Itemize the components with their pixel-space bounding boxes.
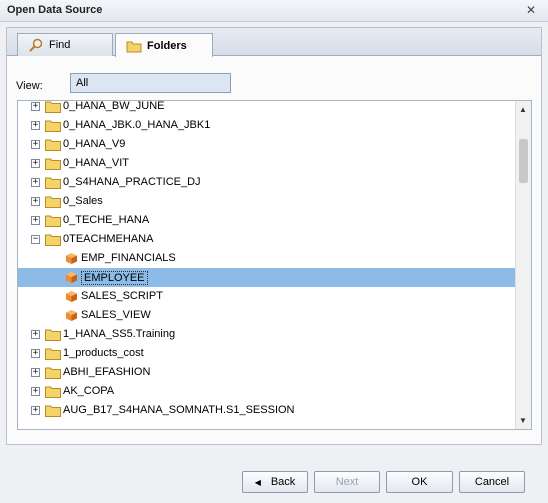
tree-row[interactable]: +0_HANA_V9	[18, 135, 516, 154]
expand-icon[interactable]: +	[31, 349, 40, 358]
expand-icon[interactable]: +	[31, 197, 40, 206]
tree-row[interactable]: +0_TECHE_HANA	[18, 211, 516, 230]
expand-icon[interactable]: +	[31, 140, 40, 149]
tree-scrollbar[interactable]: ▲ ▼	[515, 101, 531, 429]
tree-item-label: 0_S4HANA_PRACTICE_DJ	[63, 176, 201, 188]
folder-icon	[45, 233, 61, 246]
tree-row[interactable]: − 0TEACHMEHANA	[18, 230, 516, 249]
folder-icon	[45, 366, 61, 379]
folder-icon	[45, 176, 61, 189]
tree-item-label: EMP_FINANCIALS	[81, 252, 176, 264]
tree-row[interactable]: +0_Sales	[18, 192, 516, 211]
ok-button[interactable]: OK	[386, 471, 453, 493]
cube-icon	[65, 309, 78, 322]
tree-row[interactable]: SALES_SCRIPT	[18, 287, 516, 306]
window-title: Open Data Source	[7, 4, 103, 16]
title-bar: Open Data Source ✕	[0, 0, 548, 22]
tree-item-label: AUG_B17_S4HANA_SOMNATH.S1_SESSION	[63, 404, 295, 416]
next-button-label: Next	[335, 476, 359, 488]
tree-row[interactable]: +0_HANA_JBK.0_HANA_JBK1	[18, 116, 516, 135]
tree-row[interactable]: SALES_VIEW	[18, 306, 516, 325]
tree-item-label: 0_HANA_VIT	[63, 157, 130, 169]
tree-item-label: 0_HANA_JBK.0_HANA_JBK1	[63, 119, 211, 131]
folder-icon	[126, 39, 142, 53]
cancel-button[interactable]: Cancel	[459, 471, 525, 493]
next-button[interactable]: Next	[314, 471, 380, 493]
tree-item-label: 0_HANA_BW_JUNE	[63, 100, 165, 112]
tree-item-label: AK_COPA	[63, 385, 115, 397]
tree-row[interactable]: +0_HANA_VIT	[18, 154, 516, 173]
scroll-thumb[interactable]	[519, 139, 528, 183]
folder-icon	[45, 214, 61, 227]
expand-icon[interactable]: +	[31, 102, 40, 111]
scroll-down-icon[interactable]: ▼	[519, 416, 527, 425]
tree-row[interactable]: EMPLOYEE	[18, 268, 516, 287]
ok-button-label: OK	[411, 476, 428, 488]
back-arrow-icon: ◀	[254, 477, 261, 487]
tree-item-label: 0_TECHE_HANA	[63, 214, 150, 226]
expand-icon[interactable]: +	[31, 121, 40, 130]
folder-icon	[45, 385, 61, 398]
tree-row[interactable]: EMP_FINANCIALS	[18, 249, 516, 268]
tree-item-label: 0_HANA_V9	[63, 138, 126, 150]
view-label: View:	[16, 80, 43, 92]
expand-icon[interactable]: +	[31, 159, 40, 168]
folder-icon	[45, 157, 61, 170]
tree-item-label: EMPLOYEE	[81, 271, 148, 285]
tab-folders-label: Folders	[147, 39, 187, 52]
expand-icon[interactable]: +	[31, 368, 40, 377]
tree-row[interactable]: + AUG_B17_S4HANA_SOMNATH.S1_SESSION	[18, 401, 516, 420]
cancel-button-label: Cancel	[474, 476, 510, 488]
tree-item-label: SALES_SCRIPT	[81, 290, 163, 302]
tree-row[interactable]: + AK_COPA	[18, 382, 516, 401]
tree-row[interactable]: +0_S4HANA_PRACTICE_DJ	[18, 173, 516, 192]
view-select[interactable]: All	[70, 73, 231, 93]
dialog-body: Find Folders View: All +0_HANA_BW_JUNE +0…	[6, 27, 542, 445]
folder-icon	[45, 101, 61, 113]
back-button[interactable]: ◀ Back	[242, 471, 308, 493]
tree-item-label: 0TEACHMEHANA	[63, 233, 154, 245]
folder-icon	[45, 195, 61, 208]
scroll-up-icon[interactable]: ▲	[519, 105, 527, 114]
tree-row[interactable]: +0_HANA_BW_JUNE	[18, 100, 516, 116]
tree-item-label: 1_HANA_SS5.Training	[63, 328, 176, 340]
search-icon	[28, 38, 44, 52]
back-button-label: Back	[270, 476, 296, 488]
tree-item-label: ABHI_EFASHION	[63, 366, 151, 378]
folder-icon	[45, 347, 61, 360]
cube-icon	[65, 252, 78, 265]
cube-icon	[65, 271, 78, 284]
tree-item-label: SALES_VIEW	[81, 309, 151, 321]
tree-row[interactable]: + ABHI_EFASHION	[18, 363, 516, 382]
tab-find-label: Find	[49, 39, 71, 51]
folder-icon	[45, 138, 61, 151]
folder-icon	[45, 119, 61, 132]
folder-icon	[45, 328, 61, 341]
tab-folders[interactable]: Folders	[115, 33, 213, 57]
tree-item-label: 0_Sales	[63, 195, 103, 207]
tree-item-label: 1_products_cost	[63, 347, 144, 359]
expand-icon[interactable]: +	[31, 406, 40, 415]
close-icon[interactable]: ✕	[526, 3, 536, 17]
folder-icon	[45, 404, 61, 417]
tab-find[interactable]: Find	[17, 33, 113, 56]
expand-icon[interactable]: +	[31, 387, 40, 396]
expand-icon[interactable]: +	[31, 330, 40, 339]
expand-icon[interactable]: +	[31, 178, 40, 187]
collapse-icon[interactable]: −	[31, 235, 40, 244]
tree-row[interactable]: +1_HANA_SS5.Training	[18, 325, 516, 344]
cube-icon	[65, 290, 78, 303]
folder-tree[interactable]: +0_HANA_BW_JUNE +0_HANA_JBK.0_HANA_JBK1 +0…	[17, 100, 532, 430]
tree-row[interactable]: +1_products_cost	[18, 344, 516, 363]
expand-icon[interactable]: +	[31, 216, 40, 225]
tab-strip: Find Folders	[7, 28, 541, 57]
